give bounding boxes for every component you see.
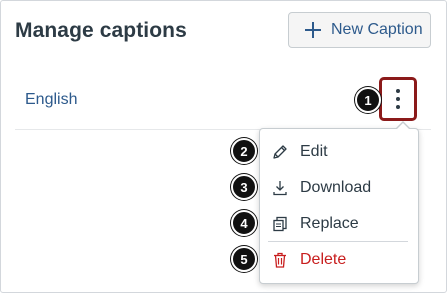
menu-item-replace[interactable]: Replace — [260, 207, 418, 241]
menu-item-download[interactable]: Download — [260, 171, 418, 205]
caption-options-menu: Edit Download Replace Delete — [259, 121, 419, 284]
plus-icon — [305, 22, 321, 38]
menu-item-label: Delete — [300, 251, 347, 268]
more-options-icon — [396, 89, 400, 109]
page-title: Manage captions — [15, 19, 187, 42]
menu-item-label: Replace — [300, 215, 359, 232]
download-icon — [271, 179, 289, 197]
manage-captions-panel: Manage captions New Caption English 1 Ed… — [0, 0, 447, 293]
callout-2: 2 — [231, 138, 257, 164]
menu-divider — [268, 241, 408, 242]
menu-item-label: Download — [300, 179, 372, 196]
pencil-icon — [271, 143, 289, 161]
new-caption-label: New Caption — [331, 21, 423, 38]
trash-icon — [271, 251, 289, 269]
new-caption-button[interactable]: New Caption — [288, 12, 431, 48]
callout-3: 3 — [231, 174, 257, 200]
caption-language-link[interactable]: English — [25, 91, 77, 109]
callout-1: 1 — [355, 87, 381, 113]
callout-4: 4 — [231, 210, 257, 236]
menu-item-label: Edit — [300, 143, 328, 160]
replace-icon — [271, 215, 289, 233]
callout-5: 5 — [231, 246, 257, 272]
caption-options-button[interactable] — [379, 77, 417, 121]
menu-item-edit[interactable]: Edit — [260, 135, 418, 169]
menu-item-delete[interactable]: Delete — [260, 243, 418, 277]
